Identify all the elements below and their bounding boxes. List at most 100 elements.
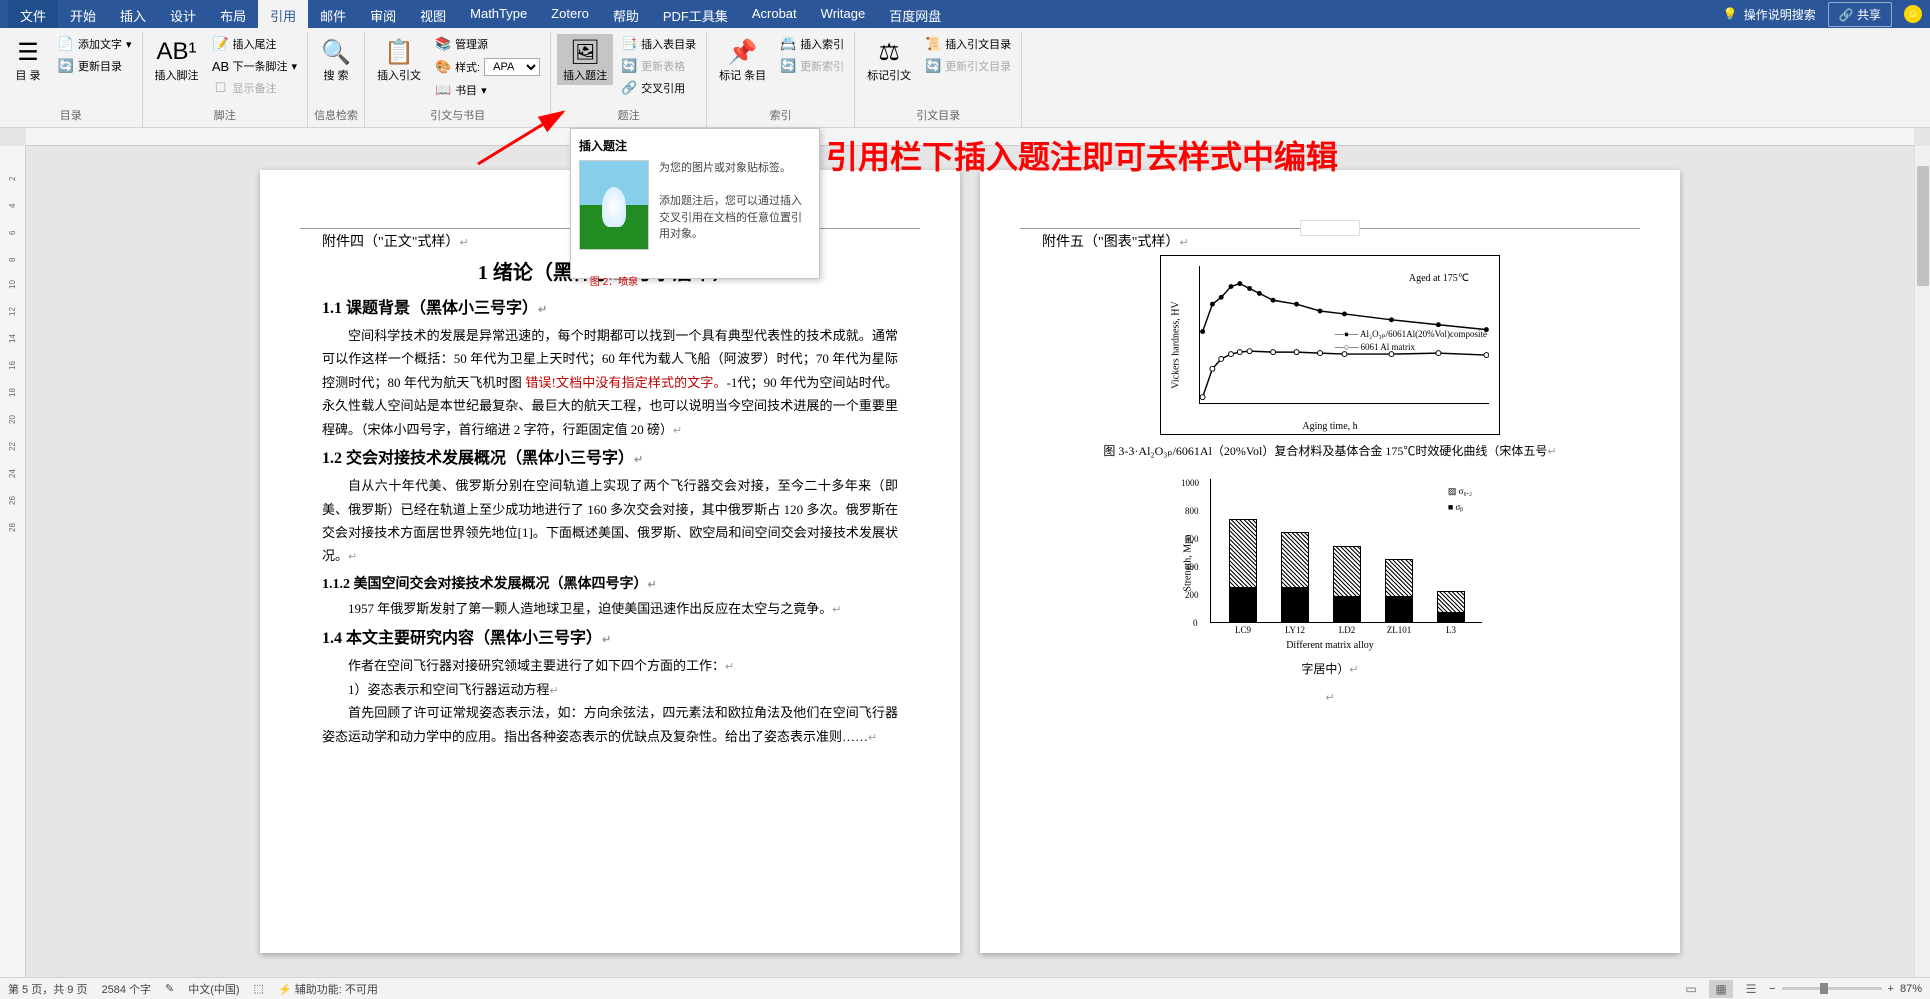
vertical-scrollbar[interactable]	[1914, 146, 1930, 977]
chart-bar: Strength, Mpa 1000 800 600 400 200 0 LC9…	[1170, 473, 1490, 653]
heading-1-1-2: 1.1.2 美国空间交会对接技术发展概况（黑体四号字）	[322, 572, 898, 597]
group-footnotes: AB¹ 插入脚注 📝插入尾注 AB下一条脚注 ▾ ☐显示备注 脚注	[143, 32, 309, 127]
insert-endnote-button[interactable]: 📝插入尾注	[209, 34, 302, 54]
tooltip-image-caption: 图 2：喷泉	[579, 273, 649, 288]
zoom-level[interactable]: 87%	[1900, 983, 1922, 995]
title-bar: 文件 开始 插入 设计 布局 引用 邮件 审阅 视图 MathType Zote…	[0, 0, 1930, 28]
tab-pdf[interactable]: PDF工具集	[651, 0, 740, 28]
insert-index-button[interactable]: 📇插入索引	[776, 34, 848, 54]
tab-layout[interactable]: 布局	[208, 0, 258, 28]
update-toc-button[interactable]: 🔄更新目录	[54, 56, 136, 76]
paragraph-2: 自从六十年代美、俄罗斯分别在空间轨道上实现了两个飞行器交会对接，至今二十多年来（…	[322, 474, 898, 568]
mark-entry-button[interactable]: 📌 标记 条目	[713, 34, 772, 85]
insert-footnote-button[interactable]: AB¹ 插入脚注	[149, 34, 205, 85]
zoom-thumb[interactable]	[1820, 983, 1828, 994]
index-icon: 📇	[780, 36, 796, 52]
tab-zotero[interactable]: Zotero	[539, 0, 601, 28]
show-notes-button[interactable]: ☐显示备注	[209, 78, 302, 98]
update-fig-icon: 🔄	[621, 58, 637, 74]
update-icon: 🔄	[58, 58, 74, 74]
insert-fig-toc-button[interactable]: 📑插入表目录	[617, 34, 700, 54]
tell-me-search[interactable]: 💡操作说明搜索	[1723, 6, 1816, 23]
add-text-button[interactable]: 📄添加文字 ▾	[54, 34, 136, 54]
tab-file[interactable]: 文件	[8, 0, 58, 28]
next-footnote-button[interactable]: AB下一条脚注 ▾	[209, 56, 302, 76]
tab-writage[interactable]: Writage	[809, 0, 878, 28]
cross-reference-button[interactable]: 🔗交叉引用	[617, 78, 700, 98]
chart2-plot: 1000 800 600 400 200 0 LC9 LY12 LD2 ZL10…	[1210, 479, 1482, 623]
tab-mathtype[interactable]: MathType	[458, 0, 539, 28]
zoom-slider[interactable]	[1782, 987, 1882, 990]
share-button[interactable]: 🔗 共享	[1828, 2, 1892, 27]
tab-mailings[interactable]: 邮件	[308, 0, 358, 28]
word-count[interactable]: 2584 个字	[101, 981, 151, 997]
tab-view[interactable]: 视图	[408, 0, 458, 28]
mark-citation-button[interactable]: ⚖ 标记引文	[861, 34, 917, 85]
group-index: 📌 标记 条目 📇插入索引 🔄更新索引 索引	[707, 32, 855, 127]
style-selector[interactable]: 🎨样式: APA	[431, 56, 544, 78]
bib-icon: 📖	[435, 82, 451, 98]
view-focus-icon[interactable]: ▭	[1679, 980, 1703, 998]
pages-container[interactable]: 附件四（"正文"式样） 1 绪论（黑体小二号字居中） 1.1 课题背景（黑体小三…	[26, 146, 1914, 977]
update-idx-icon: 🔄	[780, 58, 796, 74]
figure-caption-2: 字居中）	[1042, 659, 1618, 681]
vertical-ruler[interactable]: 246810121416182022242628	[0, 146, 26, 977]
group-authorities-label: 引文目录	[861, 105, 1015, 125]
add-text-icon: 📄	[58, 36, 74, 52]
bibliography-button[interactable]: 📖书目 ▾	[431, 80, 544, 100]
group-authorities: ⚖ 标记引文 📜插入引文目录 🔄更新引文目录 引文目录	[855, 32, 1022, 127]
spell-check-icon[interactable]: ✎	[165, 982, 174, 995]
group-toc-label: 目录	[6, 105, 136, 125]
insert-authorities-button[interactable]: 📜插入引文目录	[921, 34, 1015, 54]
zoom-in-button[interactable]: +	[1888, 983, 1894, 995]
status-bar: 第 5 页，共 9 页 2584 个字 ✎ 中文(中国) ⬚ ⚡ 辅助功能: 不…	[0, 977, 1930, 999]
view-print-icon[interactable]: ▦	[1709, 980, 1733, 998]
group-citations: 📋 插入引文 📚管理源 🎨样式: APA 📖书目 ▾ 引文与书目	[365, 32, 551, 127]
group-captions: 🖼 插入题注 📑插入表目录 🔄更新表格 🔗交叉引用 题注	[551, 32, 707, 127]
accessibility-status[interactable]: ⚡ 辅助功能: 不可用	[278, 981, 378, 997]
insert-citation-button[interactable]: 📋 插入引文	[371, 34, 427, 85]
page-indicator[interactable]: 第 5 页，共 9 页	[8, 981, 87, 997]
track-changes-icon[interactable]: ⬚	[254, 982, 264, 995]
chart2-legend: ▨ σ₀.₂■ σᵦ	[1448, 483, 1472, 515]
group-index-label: 索引	[713, 105, 848, 125]
tab-home[interactable]: 开始	[58, 0, 108, 28]
update-auth-icon: 🔄	[925, 58, 941, 74]
tab-design[interactable]: 设计	[158, 0, 208, 28]
group-toc: ☰ 目 录 📄添加文字 ▾ 🔄更新目录 目录	[0, 32, 143, 127]
insert-caption-button[interactable]: 🖼 插入题注	[557, 34, 613, 85]
tab-insert[interactable]: 插入	[108, 0, 158, 28]
tab-acrobat[interactable]: Acrobat	[740, 0, 809, 28]
update-figures-button[interactable]: 🔄更新表格	[617, 56, 700, 76]
tab-review[interactable]: 审阅	[358, 0, 408, 28]
mark-entry-icon: 📌	[727, 36, 759, 68]
zoom-out-button[interactable]: −	[1769, 983, 1775, 995]
tooltip-title: 插入题注	[579, 137, 811, 154]
chart-line: Vickers hardness, HV 250 200 150 100 50 …	[1160, 255, 1500, 435]
search-icon: 🔍	[320, 36, 352, 68]
paragraph-4: 作者在空间飞行器对接研究领域主要进行了如下四个方面的工作：	[322, 654, 898, 678]
update-index-button[interactable]: 🔄更新索引	[776, 56, 848, 76]
search-button[interactable]: 🔍 搜 索	[314, 34, 358, 85]
language-indicator[interactable]: 中文(中国)	[188, 981, 239, 997]
caption-tooltip: 插入题注 图 2：喷泉 为您的图片或对象贴标签。 添加题注后，您可以通过插入交叉…	[570, 128, 820, 279]
citation-icon: 📋	[383, 36, 415, 68]
tab-help[interactable]: 帮助	[601, 0, 651, 28]
fountain-icon	[602, 187, 626, 227]
update-authorities-button[interactable]: 🔄更新引文目录	[921, 56, 1015, 76]
chart1-annotation: Aged at 175℃	[1409, 270, 1469, 288]
manage-icon: 📚	[435, 36, 451, 52]
toc-button[interactable]: ☰ 目 录	[6, 34, 50, 85]
style-dropdown[interactable]: APA	[484, 58, 540, 76]
feedback-smiley-icon[interactable]: ☺	[1904, 5, 1922, 23]
group-footnotes-label: 脚注	[149, 105, 302, 125]
view-web-icon[interactable]: ☰	[1739, 980, 1763, 998]
footnote-icon: AB¹	[161, 36, 193, 68]
header-center-box	[1300, 220, 1360, 236]
scroll-thumb[interactable]	[1917, 166, 1929, 286]
manage-sources-button[interactable]: 📚管理源	[431, 34, 544, 54]
tab-baidu[interactable]: 百度网盘	[877, 0, 953, 28]
tab-references[interactable]: 引用	[258, 0, 308, 28]
page-right[interactable]: 附件五（"图表"式样） Vickers hardness, HV 250 200…	[980, 170, 1680, 953]
menu-tabs: 文件 开始 插入 设计 布局 引用 邮件 审阅 视图 MathType Zote…	[8, 0, 953, 28]
